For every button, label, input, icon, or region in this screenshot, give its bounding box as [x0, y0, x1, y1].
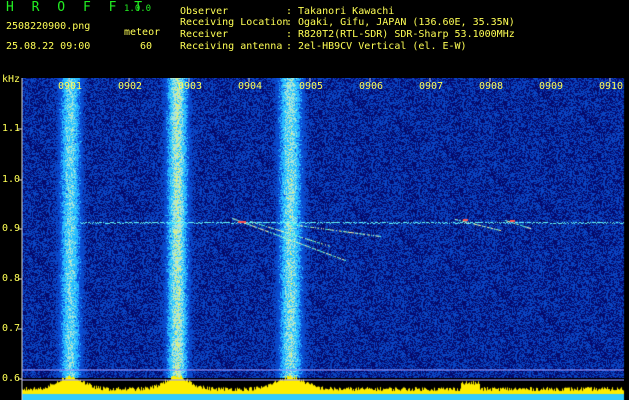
x-tick-label: 0903 [178, 81, 203, 92]
y-tick-label: 0.7 [2, 323, 21, 334]
y-tick-label: 0.9 [2, 223, 21, 234]
x-tick-label: 0902 [118, 81, 143, 92]
x-tick-label: 0910 [599, 81, 624, 92]
location-value: Ogaki, Gifu, JAPAN (136.60E, 35.35N) [298, 17, 515, 28]
mode-label: meteor [124, 27, 161, 38]
location-colon: : [286, 17, 293, 28]
receiver-value: R820T2(RTL-SDR) SDR-Sharp 53.1000MHz [298, 29, 515, 40]
observer-value: Takanori Kawachi [298, 6, 395, 17]
x-tick-label: 0906 [359, 81, 384, 92]
antenna-value: 2el-HB9CV Vertical (el. E-W) [298, 41, 467, 52]
antenna-label: Receiving antenna [180, 41, 283, 52]
app-version: 1.0.0 [124, 4, 152, 14]
y-tick-label: 0.6 [2, 373, 21, 384]
x-tick-label: 0908 [479, 81, 504, 92]
x-tick-label: 0904 [238, 81, 263, 92]
observer-label: Observer [180, 6, 229, 17]
file-name: 2508220900.png [6, 21, 91, 32]
x-tick-label: 0901 [58, 81, 83, 92]
y-tick-label: 0.8 [2, 273, 21, 284]
y-tick-label: 1.1 [2, 123, 21, 134]
x-tick-label: 0905 [299, 81, 324, 92]
receiver-colon: : [286, 29, 293, 40]
antenna-colon: : [286, 41, 293, 52]
y-tick-label: 1.0 [2, 174, 21, 185]
axis-overlay [18, 78, 624, 400]
spectrogram-panel: kHz 0901 0902 0903 0904 0905 0906 0907 0908 0909… [0, 74, 629, 400]
location-label: Receiving Location [180, 17, 289, 28]
x-tick-label: 0907 [419, 81, 444, 92]
x-tick-label: 0909 [539, 81, 564, 92]
receiver-label: Receiver [180, 29, 229, 40]
meteor-count: 60 [140, 41, 153, 52]
y-unit-label: kHz [2, 74, 21, 85]
observer-colon: : [286, 6, 293, 17]
header: H R O F F T 1.0.0 2508220900.png meteor … [0, 0, 629, 78]
date-time: 25.08.22 09:00 [6, 41, 91, 52]
